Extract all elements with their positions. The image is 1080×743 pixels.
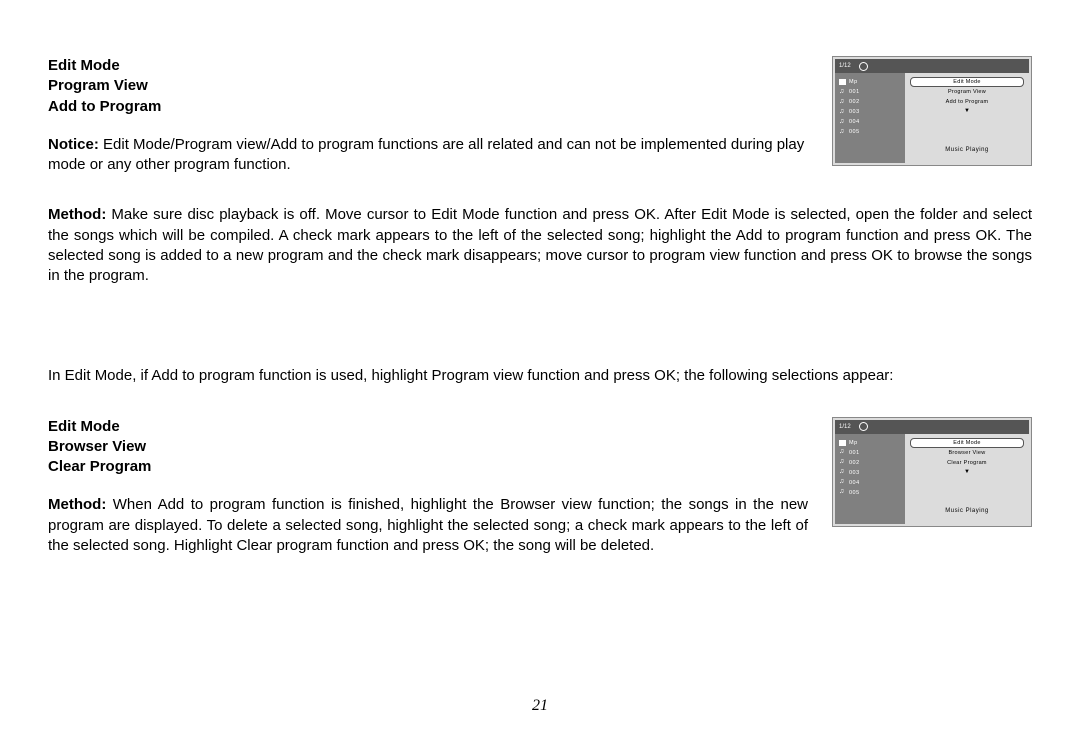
section-2: Edit Mode Browser View Clear Program Met…: [48, 417, 1032, 557]
music-icon: [839, 89, 846, 96]
heading-program-view: Program View: [48, 76, 808, 96]
track-label: 001: [849, 450, 860, 456]
method-text-1: Make sure disc playback is off. Move cur…: [48, 206, 1032, 284]
notice-label: Notice:: [48, 136, 99, 153]
track-label: 003: [849, 109, 860, 115]
chevron-down-icon: ▼: [964, 107, 970, 115]
music-icon: [839, 459, 846, 466]
mid-paragraph: In Edit Mode, if Add to program function…: [48, 366, 1032, 386]
chevron-down-icon: ▼: [964, 468, 970, 476]
track-label: 004: [849, 480, 860, 486]
figure1-menu: Edit Mode Program View Add to Program ▼ …: [905, 73, 1029, 163]
folder-icon: [839, 79, 846, 85]
track-label: 004: [849, 119, 860, 125]
music-icon: [839, 479, 846, 486]
figure1-counter: 1/12: [839, 63, 851, 69]
manual-page: Edit Mode Program View Add to Program No…: [0, 0, 1080, 586]
music-icon: [839, 449, 846, 456]
heading-clear-program: Clear Program: [48, 457, 808, 477]
menu-program-view: Program View: [911, 87, 1023, 97]
figure2-counter: 1/12: [839, 424, 851, 430]
method-label-1: Method:: [48, 206, 106, 223]
heading-block-1: Edit Mode Program View Add to Program: [48, 56, 808, 117]
figure2-status: Music Playing: [945, 508, 989, 520]
menu-add-to-program: Add to Program: [911, 97, 1023, 107]
section-1: Edit Mode Program View Add to Program No…: [48, 56, 1032, 175]
track-label: 005: [849, 490, 860, 496]
method-label-2: Method:: [48, 496, 106, 513]
folder-label: Mp: [849, 79, 858, 85]
page-number: 21: [0, 697, 1080, 715]
music-icon: [839, 109, 846, 116]
figure2-menu: Edit Mode Browser View Clear Program ▼ M…: [905, 434, 1029, 524]
heading-browser-view: Browser View: [48, 437, 808, 457]
track-label: 002: [849, 460, 860, 466]
folder-label: Mp: [849, 440, 858, 446]
disc-icon: [859, 422, 868, 431]
figure1-track-list: Mp 001 002 003 004 005: [835, 73, 905, 163]
menu-browser-view: Browser View: [911, 448, 1023, 458]
music-icon: [839, 469, 846, 476]
menu-edit-mode-2: Edit Mode: [910, 438, 1024, 448]
figure2-track-list: Mp 001 002 003 004 005: [835, 434, 905, 524]
heading-block-2: Edit Mode Browser View Clear Program: [48, 417, 808, 478]
ui-figure-1: 1/12 Mp 001 002 003 004 005 Edit Mode Pr…: [832, 56, 1032, 166]
music-icon: [839, 489, 846, 496]
method-text-2: When Add to program function is finished…: [48, 496, 808, 554]
section-2-text: Edit Mode Browser View Clear Program Met…: [48, 417, 808, 557]
method-paragraph-1: Method: Make sure disc playback is off. …: [48, 205, 1032, 286]
music-icon: [839, 129, 846, 136]
disc-icon: [859, 62, 868, 71]
heading-edit-mode: Edit Mode: [48, 56, 808, 76]
figure1-topbar: 1/12: [835, 59, 1029, 73]
heading-add-to-program: Add to Program: [48, 97, 808, 117]
track-label: 001: [849, 89, 860, 95]
track-label: 002: [849, 99, 860, 105]
method-paragraph-2: Method: When Add to program function is …: [48, 495, 808, 556]
track-label: 005: [849, 129, 860, 135]
music-icon: [839, 99, 846, 106]
heading-edit-mode-2: Edit Mode: [48, 417, 808, 437]
notice-text: Edit Mode/Program view/Add to program fu…: [48, 136, 804, 173]
folder-icon: [839, 440, 846, 446]
notice-paragraph: Notice: Edit Mode/Program view/Add to pr…: [48, 135, 808, 176]
menu-clear-program: Clear Program: [911, 458, 1023, 468]
figure1-status: Music Playing: [945, 147, 989, 159]
ui-figure-2: 1/12 Mp 001 002 003 004 005 Edit Mode Br…: [832, 417, 1032, 527]
track-label: 003: [849, 470, 860, 476]
figure2-topbar: 1/12: [835, 420, 1029, 434]
menu-edit-mode: Edit Mode: [910, 77, 1024, 87]
music-icon: [839, 119, 846, 126]
section-1-text: Edit Mode Program View Add to Program No…: [48, 56, 808, 175]
